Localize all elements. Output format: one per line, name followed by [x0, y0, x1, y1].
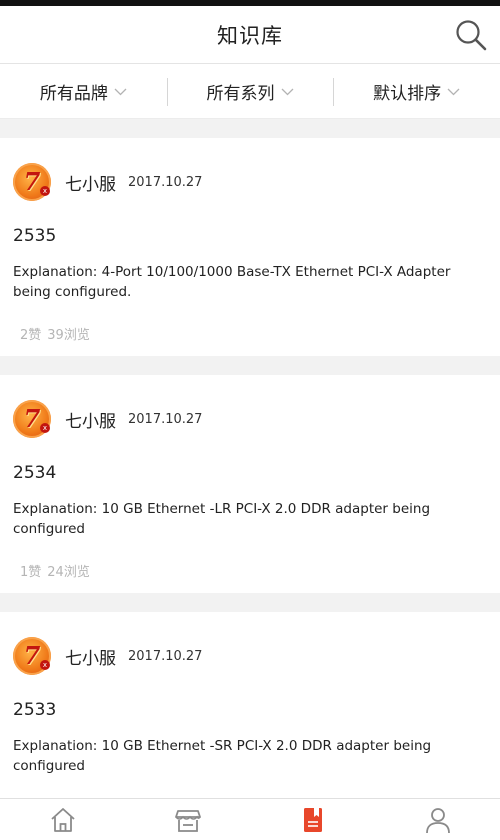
author-name[interactable]: 七小服 [65, 170, 116, 195]
tab-store[interactable] [125, 799, 250, 840]
post-meta: 7 x 七小服 2017.10.27 [13, 400, 202, 438]
post-meta: 7 x 七小服 2017.10.27 [13, 163, 202, 201]
knowledge-feed: 7 x 七小服 2017.10.27 2535 Explanation: 4-P… [0, 138, 500, 840]
post-meta: 7 x 七小服 2017.10.27 [13, 637, 202, 675]
search-icon[interactable] [454, 18, 488, 52]
like-count: 2赞 [20, 328, 42, 343]
tab-profile[interactable] [375, 799, 500, 840]
post-date: 2017.10.27 [128, 411, 203, 427]
avatar-glyph: 7 [23, 166, 41, 196]
filter-label: 所有系列 [206, 83, 275, 104]
post-card[interactable]: 7 x 七小服 2017.10.27 2535 Explanation: 4-P… [0, 138, 500, 356]
post-explanation: Explanation: 10 GB Ethernet -LR PCI-X 2.… [13, 501, 431, 537]
post-number: 2534 [13, 463, 57, 483]
filter-sort[interactable]: 默认排序 [333, 64, 500, 118]
store-icon [174, 809, 201, 832]
avatar[interactable]: 7 x [13, 163, 51, 201]
avatar-badge: x [40, 186, 50, 196]
filter-label: 所有品牌 [39, 83, 108, 104]
home-icon [50, 807, 75, 832]
post-number: 2535 [13, 226, 57, 246]
avatar-badge: x [40, 660, 50, 670]
user-icon [425, 807, 450, 833]
avatar-glyph: 7 [23, 640, 41, 670]
post-stats: 1赞 24浏览 [20, 561, 90, 580]
post-explanation: Explanation: 10 GB Ethernet -SR PCI-X 2.… [13, 738, 432, 774]
avatar[interactable]: 7 x [13, 400, 51, 438]
post-explanation: Explanation: 4-Port 10/100/1000 Base-TX … [13, 264, 451, 300]
avatar-badge: x [40, 423, 50, 433]
avatar-glyph: 7 [23, 403, 41, 433]
view-count: 24浏览 [47, 565, 90, 580]
avatar[interactable]: 7 x [13, 637, 51, 675]
post-stats: 2赞 39浏览 [20, 324, 90, 343]
post-date: 2017.10.27 [128, 174, 203, 190]
post-date: 2017.10.27 [128, 648, 203, 664]
post-card[interactable]: 7 x 七小服 2017.10.27 2534 Explanation: 10 … [0, 375, 500, 593]
app-header: 知识库 [0, 6, 500, 64]
chevron-down-icon [114, 88, 127, 95]
chevron-down-icon [281, 88, 293, 95]
bottom-tab-bar [0, 798, 500, 840]
view-count: 39浏览 [47, 328, 90, 343]
filter-bar: 所有品牌 所有系列 默认排序 [0, 64, 500, 119]
filter-brand[interactable]: 所有品牌 [0, 64, 167, 118]
knowledge-book-icon [303, 807, 322, 832]
tab-home[interactable] [0, 799, 125, 840]
like-count: 1赞 [20, 565, 42, 580]
post-number: 2533 [13, 700, 57, 720]
tab-knowledge[interactable] [250, 799, 375, 840]
chevron-down-icon [447, 88, 460, 95]
filter-label: 默认排序 [373, 83, 442, 104]
author-name[interactable]: 七小服 [65, 407, 116, 432]
filter-series[interactable]: 所有系列 [166, 64, 334, 118]
author-name[interactable]: 七小服 [65, 644, 116, 669]
page-title: 知识库 [217, 23, 283, 48]
